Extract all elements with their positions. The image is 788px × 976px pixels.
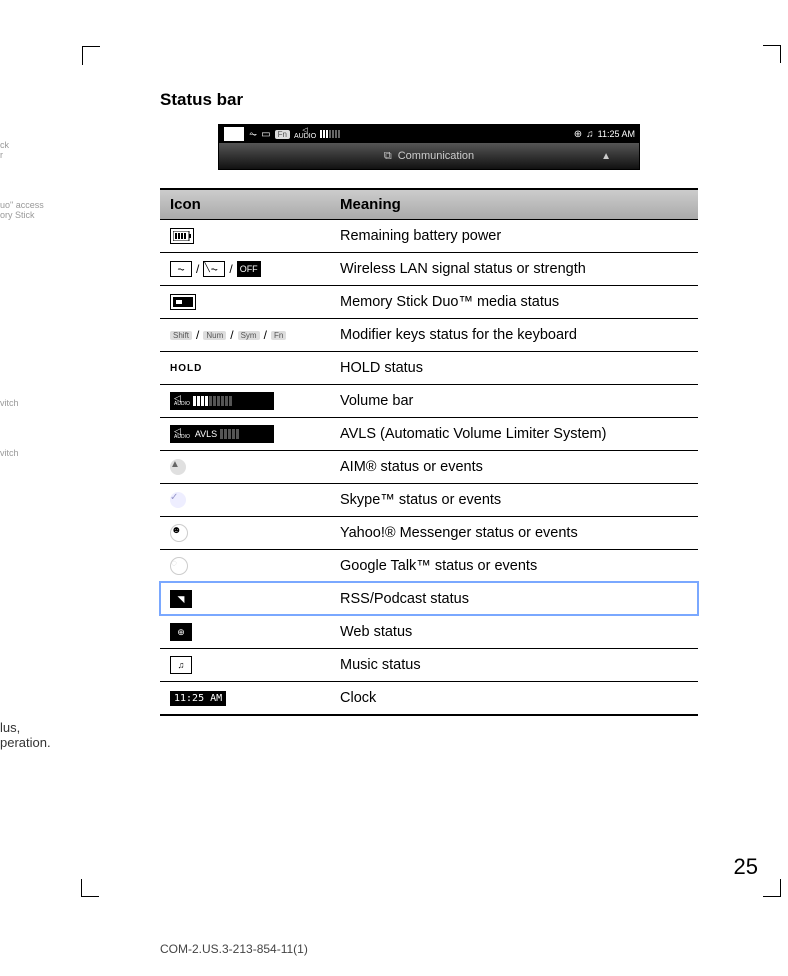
meaning-text: Remaining battery power bbox=[330, 222, 698, 250]
meaning-text: RSS/Podcast status bbox=[330, 585, 698, 613]
meaning-text: AVLS (Automatic Volume Limiter System) bbox=[330, 420, 698, 448]
table-row: Remaining battery power bbox=[160, 219, 698, 252]
battery-icon bbox=[223, 126, 245, 142]
wifi-icon: ⏦ bbox=[249, 129, 257, 140]
icon-meaning-table: Icon Meaning Remaining battery power ⏦ /… bbox=[160, 188, 698, 716]
globe-icon: ⊕ bbox=[574, 129, 582, 140]
table-row: ✓ Skype™ status or events bbox=[160, 483, 698, 516]
table-row: ◁AUDIO AVLS AVLS (Automatic Volume Limit… bbox=[160, 417, 698, 450]
section-title: Status bar bbox=[160, 90, 698, 110]
page-number: 25 bbox=[734, 854, 758, 880]
table-row: 11:25 AM Clock bbox=[160, 681, 698, 714]
audio-label: AUDIO bbox=[294, 134, 316, 140]
wifi-on-icon: ⏦ bbox=[170, 261, 192, 277]
table-row-highlighted: ◥ RSS/Podcast status bbox=[160, 582, 698, 615]
aim-icon: ▲ bbox=[170, 459, 186, 475]
rss-icon: ◥ bbox=[170, 590, 192, 608]
th-icon: Icon bbox=[160, 190, 330, 219]
battery-icon bbox=[170, 228, 194, 244]
meaning-text: Clock bbox=[330, 684, 698, 712]
meaning-text: HOLD status bbox=[330, 354, 698, 382]
fn-key-icon: Fn bbox=[271, 331, 286, 340]
meaning-text: Music status bbox=[330, 651, 698, 679]
table-row: ◁AUDIO Volume bar bbox=[160, 384, 698, 417]
meaning-text: Memory Stick Duo™ media status bbox=[330, 288, 698, 316]
hold-icon: HOLD bbox=[170, 363, 202, 374]
clock-icon: 11:25 AM bbox=[170, 691, 226, 706]
meaning-text: Modifier keys status for the keyboard bbox=[330, 321, 698, 349]
table-row: ⊕ Web status bbox=[160, 615, 698, 648]
triangle-up-icon: ▲ bbox=[601, 151, 611, 162]
skype-icon: ✓ bbox=[170, 492, 186, 508]
table-row: Memory Stick Duo™ media status bbox=[160, 285, 698, 318]
table-row: ☻ Yahoo!® Messenger status or events bbox=[160, 516, 698, 549]
yahoo-icon: ☻ bbox=[170, 524, 188, 542]
table-row: ◌ Google Talk™ status or events bbox=[160, 549, 698, 582]
music-note-icon: ♫ bbox=[586, 129, 594, 140]
meaning-text: Volume bar bbox=[330, 387, 698, 415]
meaning-text: Google Talk™ status or events bbox=[330, 552, 698, 580]
table-row: HOLD HOLD status bbox=[160, 351, 698, 384]
communication-icon: ⧉ bbox=[384, 150, 392, 163]
music-icon: ♫ bbox=[170, 656, 192, 674]
memorystick-icon: ▭ bbox=[261, 129, 270, 140]
table-row: Shift/ Num/ Sym/ Fn Modifier keys status… bbox=[160, 318, 698, 351]
num-key-icon: Num bbox=[203, 331, 226, 340]
footer-code: COM-2.US.3-213-854-11(1) bbox=[160, 942, 308, 956]
meaning-text: AIM® status or events bbox=[330, 453, 698, 481]
status-time: 11:25 AM bbox=[598, 129, 635, 139]
meaning-text: Skype™ status or events bbox=[330, 486, 698, 514]
volume-bar-icon: ◁AUDIO bbox=[170, 392, 274, 410]
web-icon: ⊕ bbox=[170, 623, 192, 641]
volume-segments bbox=[320, 130, 340, 138]
sym-key-icon: Sym bbox=[238, 331, 260, 340]
wifi-disabled-icon: OFF bbox=[237, 261, 261, 277]
table-row: ⏦ / ⏦╲ / OFF Wireless LAN signal status … bbox=[160, 252, 698, 285]
memorystick-icon bbox=[170, 294, 196, 310]
table-row: ♫ Music status bbox=[160, 648, 698, 681]
communication-label: Communication bbox=[398, 150, 474, 162]
status-bar-figure: ⏦ ▭ Fn ◁AUDIO ⊕ ♫ 11:25 AM ⧉ Communicati… bbox=[218, 124, 640, 170]
meaning-text: Wireless LAN signal status or strength bbox=[330, 255, 698, 283]
shift-key-icon: Shift bbox=[170, 331, 192, 340]
fn-key-icon: Fn bbox=[275, 130, 290, 139]
wifi-off-icon: ⏦╲ bbox=[203, 261, 225, 277]
meaning-text: Web status bbox=[330, 618, 698, 646]
avls-bar-icon: ◁AUDIO AVLS bbox=[170, 425, 274, 443]
th-meaning: Meaning bbox=[330, 190, 698, 219]
gtalk-icon: ◌ bbox=[170, 557, 188, 575]
table-row: ▲ AIM® status or events bbox=[160, 450, 698, 483]
meaning-text: Yahoo!® Messenger status or events bbox=[330, 519, 698, 547]
